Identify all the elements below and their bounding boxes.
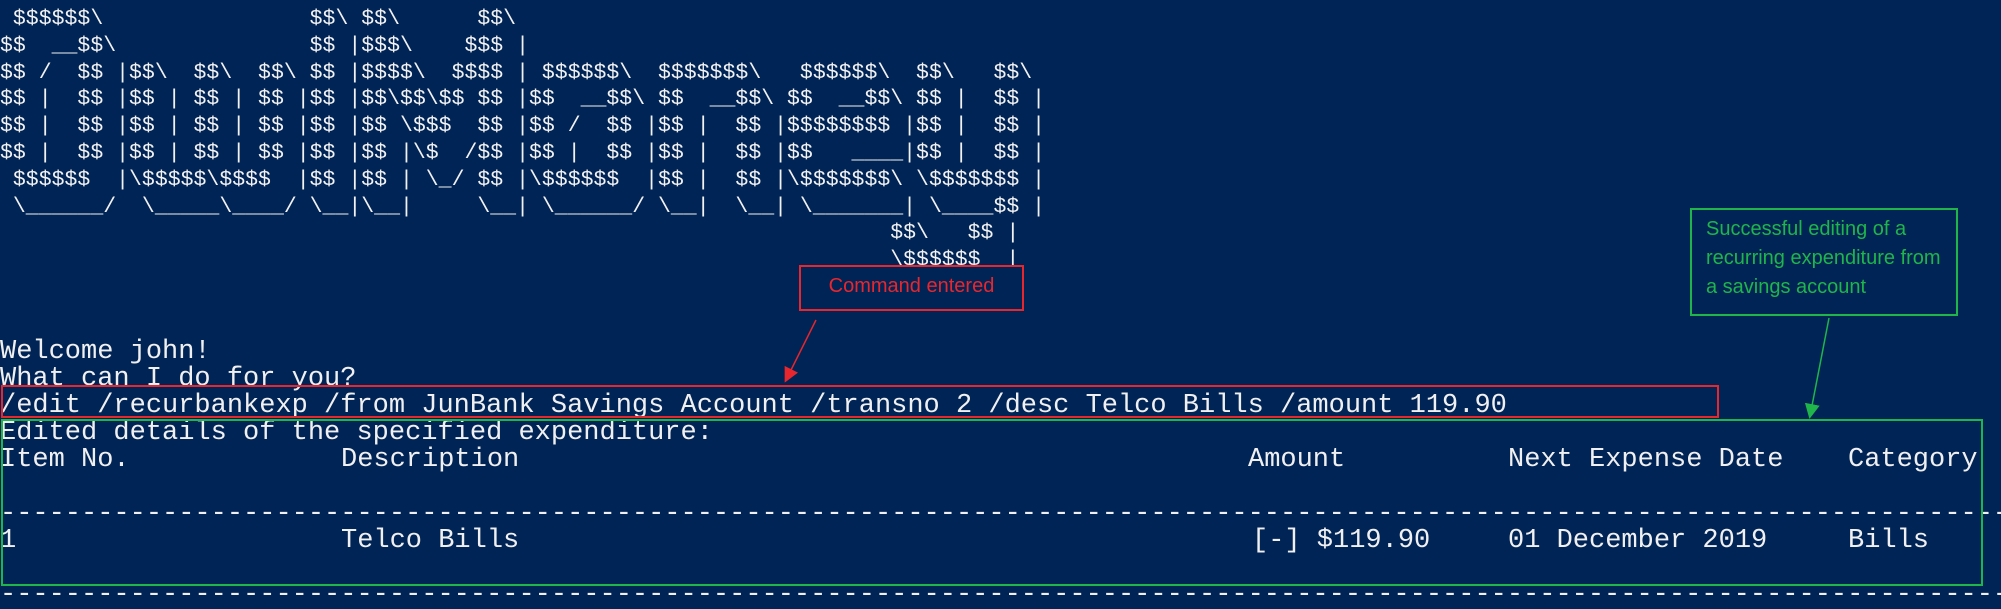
command-annotation-callout: Command entered [799, 265, 1024, 311]
welcome-message: Welcome john! [0, 337, 211, 367]
result-highlight-box [1, 419, 1983, 586]
command-highlight-box [1, 385, 1719, 418]
ascii-banner-logo: $$$$$$\ $$\ $$\ $$\ $$ __$$\ $$ |$$$\ $$… [0, 7, 1046, 299]
table-separator-bottom: ----------------------------------------… [0, 582, 2001, 609]
result-annotation-callout: Successful editing of a recurring expend… [1690, 208, 1958, 316]
